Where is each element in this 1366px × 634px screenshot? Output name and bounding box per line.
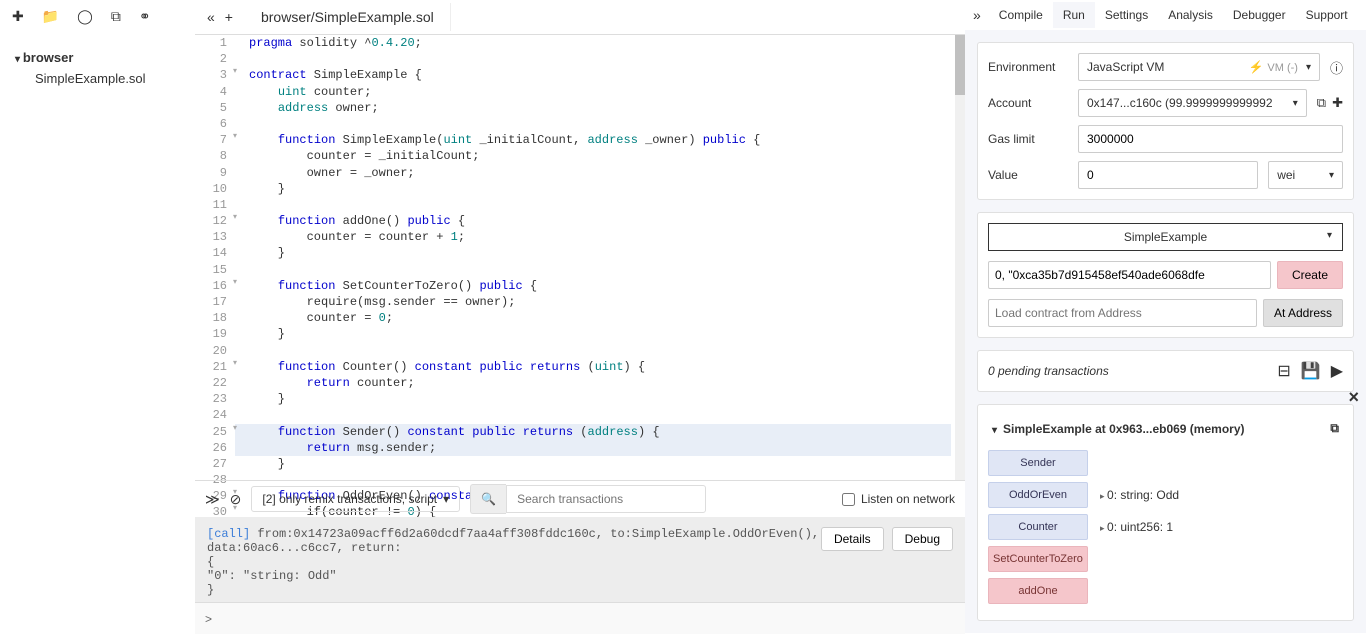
account-select[interactable]: 0x147...c160c (99.9999999999992	[1078, 89, 1307, 117]
folder-browser[interactable]: browser	[15, 50, 180, 65]
clear-console-icon[interactable]: ⊘	[230, 491, 242, 508]
fn-button-addone[interactable]: addOne	[988, 578, 1088, 604]
gas-label: Gas limit	[988, 132, 1068, 146]
listen-label: Listen on network	[861, 492, 955, 506]
fn-button-counter[interactable]: Counter	[988, 514, 1088, 540]
info-icon[interactable]: ⓘ	[1330, 58, 1343, 77]
file-item[interactable]: SimpleExample.sol	[15, 71, 180, 86]
tab-support[interactable]: Support	[1296, 2, 1358, 28]
deploy-section: SimpleExample Create At Address	[977, 212, 1354, 338]
copy-address-icon[interactable]: ⧉	[1330, 421, 1339, 436]
listen-checkbox[interactable]	[842, 493, 855, 506]
collapse-console-icon[interactable]: ≫	[205, 491, 220, 508]
contract-select[interactable]: SimpleExample	[988, 223, 1343, 251]
vm-tag: VM (-)	[1267, 62, 1298, 74]
fn-result: 0: string: Odd	[1100, 488, 1179, 502]
add-account-icon[interactable]: ✚	[1332, 95, 1343, 111]
deployed-contract-section: × ▾SimpleExample at 0x963...eb069 (memor…	[977, 404, 1354, 621]
play-icon[interactable]: ▶	[1331, 361, 1343, 381]
value-label: Value	[988, 168, 1068, 182]
load-address-input[interactable]	[988, 299, 1257, 327]
fn-button-sender[interactable]: Sender	[988, 450, 1088, 476]
code-editor[interactable]: pragma solidity ^0.4.20; contract Simple…	[235, 35, 965, 480]
collapse-all-icon[interactable]: ⊟	[1277, 361, 1290, 381]
env-label: Environment	[988, 60, 1068, 74]
constructor-args-input[interactable]	[988, 261, 1271, 289]
unit-value: wei	[1277, 168, 1295, 182]
console-line: }	[207, 583, 953, 597]
console-area: ≫ ⊘ [2] only remix transactions, script …	[195, 480, 965, 633]
env-select[interactable]: JavaScript VM ⚡ VM (-)	[1078, 53, 1320, 81]
right-panel: » CompileRunSettingsAnalysisDebuggerSupp…	[965, 0, 1366, 633]
account-value: 0x147...c160c (99.9999999999992	[1087, 96, 1273, 110]
pending-text: 0 pending transactions	[988, 364, 1109, 378]
chevron-down-icon: ▾	[443, 492, 449, 506]
tab-debugger[interactable]: Debugger	[1223, 2, 1296, 28]
save-icon[interactable]: 💾	[1301, 361, 1321, 381]
folder-icon[interactable]: 📁	[42, 8, 59, 25]
line-gutter: 1234567891011121314151617181920212223242…	[195, 35, 235, 480]
fn-button-setcountertozero[interactable]: SetCounterToZero	[988, 546, 1088, 572]
console-input[interactable]: >	[195, 602, 965, 634]
account-label: Account	[988, 96, 1068, 110]
tab-compile[interactable]: Compile	[989, 2, 1053, 28]
github-icon[interactable]: ◯	[77, 8, 93, 25]
right-panel-tabs: » CompileRunSettingsAnalysisDebuggerSupp…	[965, 0, 1366, 30]
editor-tab[interactable]: browser/SimpleExample.sol	[245, 3, 451, 31]
listen-network-toggle[interactable]: Listen on network	[842, 492, 955, 506]
search-icon: 🔍	[470, 484, 506, 514]
console-line: {	[207, 555, 953, 569]
value-unit-select[interactable]: wei	[1268, 161, 1343, 189]
deployed-title: SimpleExample at 0x963...eb069 (memory)	[1003, 422, 1244, 436]
create-button[interactable]: Create	[1277, 261, 1343, 289]
file-explorer: browser SimpleExample.sol	[0, 40, 195, 96]
fn-button-oddoreven[interactable]: OddOrEven	[988, 482, 1088, 508]
copy-account-icon[interactable]: ⧉	[1317, 95, 1326, 111]
at-address-button[interactable]: At Address	[1263, 299, 1343, 327]
call-tag: [call]	[207, 527, 250, 541]
collapse-panel-icon[interactable]: «	[207, 9, 215, 25]
console-line: "0": "string: Odd"	[207, 569, 953, 583]
add-tab-icon[interactable]: +	[225, 9, 233, 25]
env-value: JavaScript VM	[1087, 60, 1164, 74]
console-filter-dropdown[interactable]: [2] only remix transactions, script ▾	[251, 486, 460, 512]
close-icon[interactable]: ×	[1348, 387, 1359, 408]
editor-area: « + browser/SimpleExample.sol 1234567891…	[195, 0, 965, 480]
plug-icon: ⚡	[1248, 60, 1263, 74]
search-transactions-input[interactable]	[506, 485, 706, 513]
caret-down-icon[interactable]: ▾	[992, 425, 997, 436]
gas-limit-input[interactable]	[1078, 125, 1343, 153]
debug-button[interactable]: Debug	[892, 527, 953, 551]
tab-analysis[interactable]: Analysis	[1158, 2, 1223, 28]
link-icon[interactable]: ⚭	[139, 8, 151, 25]
details-button[interactable]: Details	[821, 527, 884, 551]
copy-icon[interactable]: ⧉	[111, 8, 121, 25]
run-config-section: Environment JavaScript VM ⚡ VM (-) ⓘ Acco…	[977, 42, 1354, 200]
tab-run[interactable]: Run	[1053, 2, 1095, 28]
value-input[interactable]	[1078, 161, 1258, 189]
console-output: [call] from:0x14723a09acff6d2a60dcdf7aa4…	[195, 517, 965, 602]
filter-label: [2] only remix transactions, script	[262, 492, 437, 506]
pending-section: 0 pending transactions ⊟ 💾 ▶	[977, 350, 1354, 392]
editor-scrollbar[interactable]	[955, 35, 965, 480]
new-file-icon[interactable]: ✚	[12, 8, 24, 25]
tab-settings[interactable]: Settings	[1095, 2, 1158, 28]
fn-result: 0: uint256: 1	[1100, 520, 1173, 534]
collapse-right-icon[interactable]: »	[965, 7, 989, 23]
console-line: from:0x14723a09acff6d2a60dcdf7aa4aff308f…	[207, 527, 819, 555]
